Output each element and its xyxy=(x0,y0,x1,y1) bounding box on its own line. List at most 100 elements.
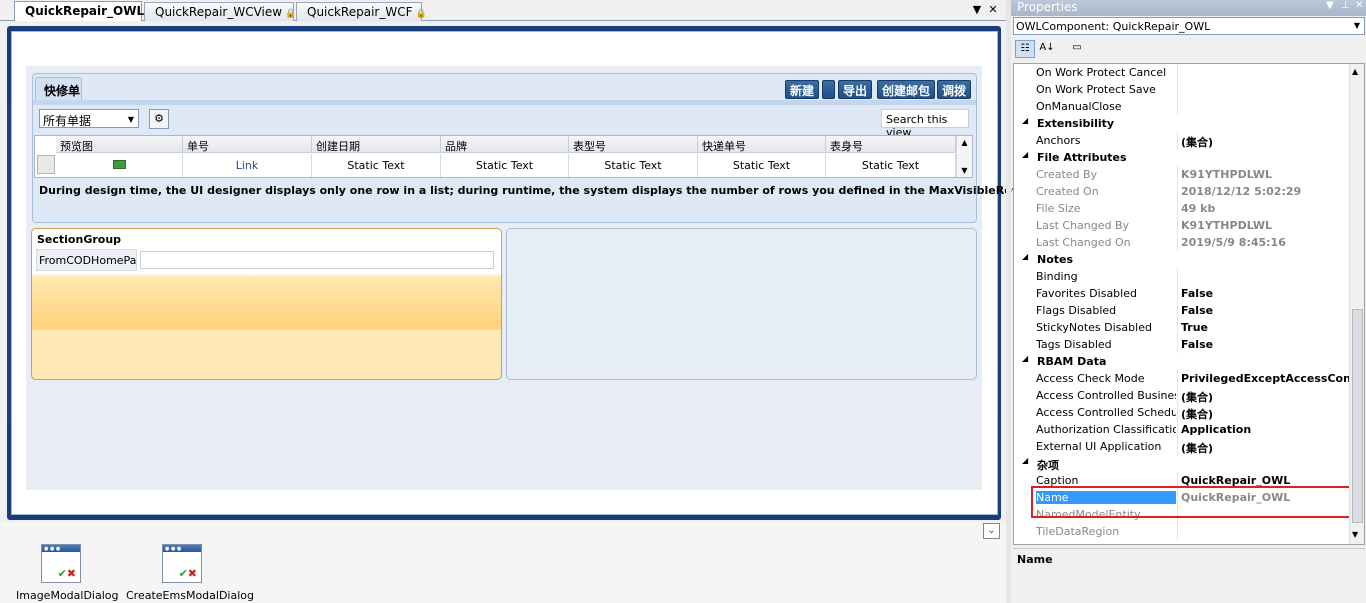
collapse-icon[interactable]: ◢ xyxy=(1022,116,1028,125)
property-name: On Work Protect Save xyxy=(1036,83,1156,96)
property-value[interactable]: (集合) xyxy=(1181,440,1349,456)
new-button[interactable]: 新建 xyxy=(785,80,820,99)
property-name: Authorization Classification xyxy=(1036,423,1176,436)
panel-tab-label[interactable]: 快修单 xyxy=(35,77,82,100)
property-category[interactable]: ◢ 杂项 xyxy=(1014,455,1349,472)
property-category[interactable]: ◢ Notes xyxy=(1014,251,1349,268)
property-row[interactable]: On Work Protect Save xyxy=(1014,81,1349,98)
property-row[interactable]: Access Check Mode PrivilegedExceptAccessC… xyxy=(1014,370,1349,387)
column-header[interactable]: 创建日期 xyxy=(312,136,441,153)
property-value[interactable]: 2019/5/9 8:45:16 xyxy=(1181,236,1349,249)
property-value[interactable]: False xyxy=(1181,338,1349,351)
transfer-button[interactable]: 调拨 xyxy=(937,80,972,99)
pane-splitter[interactable] xyxy=(1006,0,1011,603)
empty-panel[interactable] xyxy=(506,228,977,380)
property-row[interactable]: Tags Disabled False xyxy=(1014,336,1349,353)
property-row[interactable]: Last Changed On 2019/5/9 8:45:16 xyxy=(1014,234,1349,251)
property-row[interactable]: Favorites Disabled False xyxy=(1014,285,1349,302)
tab-list-dropdown-icon[interactable]: ▼ xyxy=(970,3,984,16)
tray-item-image-modal-dialog[interactable]: ImageModalDialog xyxy=(16,589,119,602)
property-value[interactable]: (集合) xyxy=(1181,406,1349,422)
column-header[interactable]: 预览图 xyxy=(56,136,183,153)
property-value[interactable]: 2018/12/12 5:02:29 xyxy=(1181,185,1349,198)
property-row[interactable]: Authorization Classification Application xyxy=(1014,421,1349,438)
property-value[interactable]: K91YTHPDLWL xyxy=(1181,168,1349,181)
row-selector[interactable] xyxy=(37,155,55,174)
column-header[interactable]: 单号 xyxy=(183,136,312,153)
scroll-up-icon[interactable]: ▲ xyxy=(1352,67,1358,76)
property-category[interactable]: ◢ RBAM Data xyxy=(1014,353,1349,370)
collapse-icon[interactable]: ◢ xyxy=(1022,252,1028,261)
property-row[interactable]: Created By K91YTHPDLWL xyxy=(1014,166,1349,183)
property-row[interactable]: Created On 2018/12/12 5:02:29 xyxy=(1014,183,1349,200)
collapse-icon[interactable]: ◢ xyxy=(1022,354,1028,363)
dropdown-icon[interactable]: ▼ xyxy=(1326,0,1334,11)
properties-toolbar xyxy=(1013,37,1365,61)
close-tab-icon[interactable]: ✕ xyxy=(986,3,1000,16)
scroll-up-icon[interactable]: ▲ xyxy=(957,138,972,147)
blank-button[interactable] xyxy=(822,80,835,99)
pin-icon[interactable]: ⊥ xyxy=(1341,0,1350,11)
property-row[interactable]: Flags Disabled False xyxy=(1014,302,1349,319)
collapse-icon[interactable]: ◢ xyxy=(1022,150,1028,159)
property-row[interactable]: On Work Protect Cancel xyxy=(1014,64,1349,81)
property-value[interactable]: 49 kb xyxy=(1181,202,1349,215)
property-value[interactable]: (集合) xyxy=(1181,134,1349,150)
property-row[interactable]: Access Controlled Schedule (集合) xyxy=(1014,404,1349,421)
property-row[interactable]: File Size 49 kb xyxy=(1014,200,1349,217)
image-icon xyxy=(112,160,126,169)
create-package-button[interactable]: 创建邮包 xyxy=(877,80,936,99)
sort-alphabetical-icon[interactable]: A↓ xyxy=(1037,40,1057,58)
property-value[interactable]: False xyxy=(1181,287,1349,300)
scroll-down-icon[interactable]: ▼ xyxy=(957,166,972,175)
categorized-icon[interactable]: ☷ xyxy=(1015,40,1035,58)
tab-quickrepair-wcf[interactable]: QuickRepair_WCF 🔒 xyxy=(296,2,427,21)
filter-settings-icon[interactable]: ⚙ xyxy=(149,109,169,129)
property-row[interactable]: Access Controlled Business (集合) xyxy=(1014,387,1349,404)
column-header[interactable]: 品牌 xyxy=(441,136,569,153)
document-filter-select[interactable]: 所有单据 ▼ xyxy=(39,109,139,128)
expand-tray-icon[interactable]: ⌄ xyxy=(983,523,1000,539)
property-row[interactable]: StickyNotes Disabled True xyxy=(1014,319,1349,336)
property-row[interactable]: Last Changed By K91YTHPDLWL xyxy=(1014,217,1349,234)
property-row[interactable]: External UI Application (集合) xyxy=(1014,438,1349,455)
export-button[interactable]: 导出 xyxy=(838,80,873,99)
property-value[interactable]: PrivilegedExceptAccessControl xyxy=(1181,372,1349,385)
property-row[interactable]: Binding xyxy=(1014,268,1349,285)
property-pages-icon[interactable]: ▭ xyxy=(1067,40,1087,58)
property-value[interactable]: (集合) xyxy=(1181,389,1349,405)
property-value[interactable]: Application xyxy=(1181,423,1349,436)
search-view-input[interactable]: Search this view xyxy=(881,109,969,139)
tray-item-create-ems-modal-dialog[interactable]: CreateEmsModalDialog xyxy=(126,589,254,602)
tab-quickrepair-owl[interactable]: QuickRepair_OWL xyxy=(14,1,144,21)
column-separator xyxy=(1177,404,1178,421)
column-separator xyxy=(1177,64,1178,81)
dialog-icon[interactable]: ● ● ● ✔✖ xyxy=(162,544,202,583)
property-name: 杂项 xyxy=(1037,459,1059,472)
property-category[interactable]: ◢ Extensibility xyxy=(1014,115,1349,132)
dialog-icon[interactable]: ● ● ● ✔✖ xyxy=(41,544,81,583)
close-icon[interactable]: ✕ xyxy=(1355,0,1363,11)
scroll-thumb[interactable] xyxy=(1352,309,1363,523)
link-cell[interactable]: Link xyxy=(183,154,312,177)
column-header[interactable]: 表型号 xyxy=(569,136,698,153)
property-grid-scrollbar[interactable]: ▲ ▼ xyxy=(1349,64,1364,544)
property-value[interactable]: False xyxy=(1181,304,1349,317)
grid-scrollbar[interactable]: ▲ ▼ xyxy=(956,136,972,177)
column-header[interactable]: 快递单号 xyxy=(698,136,826,153)
object-selector[interactable]: OWLComponent: QuickRepair_OWL ▼ xyxy=(1013,17,1365,35)
section-group-title: SectionGroup xyxy=(37,233,122,246)
document-tab-strip: QuickRepair_OWL QuickRepair_WCView 🔒 Quic… xyxy=(0,0,1006,21)
property-row[interactable]: Anchors (集合) xyxy=(1014,132,1349,149)
column-header[interactable]: 表身号 xyxy=(826,136,956,153)
property-value[interactable]: True xyxy=(1181,321,1349,334)
property-row[interactable]: TileDataRegion xyxy=(1014,523,1349,540)
tab-quickrepair-wcview[interactable]: QuickRepair_WCView 🔒 xyxy=(144,2,296,21)
from-cod-homepage-input[interactable] xyxy=(140,251,494,269)
property-category[interactable]: ◢ File Attributes xyxy=(1014,149,1349,166)
collapse-icon[interactable]: ◢ xyxy=(1022,456,1028,465)
property-row[interactable]: OnManualClose xyxy=(1014,98,1349,115)
column-separator xyxy=(1177,319,1178,336)
property-value[interactable]: K91YTHPDLWL xyxy=(1181,219,1349,232)
scroll-down-icon[interactable]: ▼ xyxy=(1352,530,1358,539)
